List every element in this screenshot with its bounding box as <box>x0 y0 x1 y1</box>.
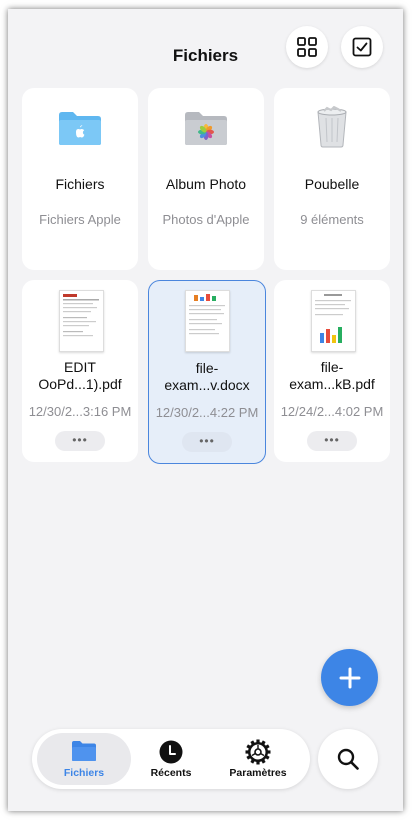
app-screen: Fichiers Fichiers Fichiers Apple Album P… <box>8 9 403 811</box>
search-button[interactable] <box>318 729 378 789</box>
photos-folder-icon <box>185 112 227 145</box>
grid-view-button[interactable] <box>286 26 328 68</box>
checkbox-select-icon <box>352 37 372 57</box>
add-button[interactable] <box>321 649 378 706</box>
more-options-button[interactable]: ••• <box>182 432 232 452</box>
tab-fichiers[interactable]: Fichiers <box>37 733 131 785</box>
folder-icon <box>72 741 96 761</box>
clock-icon <box>159 740 183 764</box>
more-options-button[interactable]: ••• <box>55 431 105 451</box>
location-card-album-photo[interactable]: Album Photo Photos d'Apple <box>148 88 264 270</box>
file-name: file- exam...v.docx <box>164 360 250 393</box>
tab-label: Fichiers <box>63 767 105 779</box>
more-options-button[interactable]: ••• <box>307 431 357 451</box>
file-card[interactable]: file- exam...kB.pdf 12/24/2...4:02 PM ••… <box>274 280 390 462</box>
location-card-fichiers[interactable]: Fichiers Fichiers Apple <box>22 88 138 270</box>
tab-label: Récents <box>150 767 192 779</box>
file-date: 12/30/2...3:16 PM <box>28 404 132 419</box>
location-name: Album Photo <box>165 176 247 192</box>
tab-recents[interactable]: Récents <box>124 733 218 785</box>
location-subtitle: Fichiers Apple <box>39 212 121 227</box>
file-name: file- exam...kB.pdf <box>289 359 375 392</box>
file-card[interactable]: file- exam...v.docx 12/30/2...4:22 PM ••… <box>148 280 266 464</box>
tab-label: Paramètres <box>229 767 287 779</box>
grid-view-icon <box>297 37 317 57</box>
tab-bar: Fichiers Récents Paramètres <box>32 729 310 789</box>
location-subtitle: 9 éléments <box>300 212 364 227</box>
trash-icon <box>317 106 347 148</box>
file-thumbnail <box>59 290 104 352</box>
search-icon <box>337 748 359 770</box>
plus-icon <box>339 667 360 688</box>
settings-icon <box>245 739 271 765</box>
location-name: Fichiers <box>55 176 105 192</box>
file-thumbnail <box>311 290 356 352</box>
tab-parametres[interactable]: Paramètres <box>211 733 305 785</box>
select-button[interactable] <box>341 26 383 68</box>
file-date: 12/24/2...4:02 PM <box>280 404 384 419</box>
location-subtitle: Photos d'Apple <box>162 212 250 227</box>
file-card[interactable]: EDIT OoPd...1).pdf 12/30/2...3:16 PM ••• <box>22 280 138 462</box>
file-date: 12/30/2...4:22 PM <box>155 405 259 420</box>
file-name: EDIT OoPd...1).pdf <box>38 359 122 392</box>
location-name: Poubelle <box>304 176 360 192</box>
file-thumbnail <box>185 290 230 352</box>
location-card-poubelle[interactable]: Poubelle 9 éléments <box>274 88 390 270</box>
apple-folder-icon <box>59 112 101 145</box>
